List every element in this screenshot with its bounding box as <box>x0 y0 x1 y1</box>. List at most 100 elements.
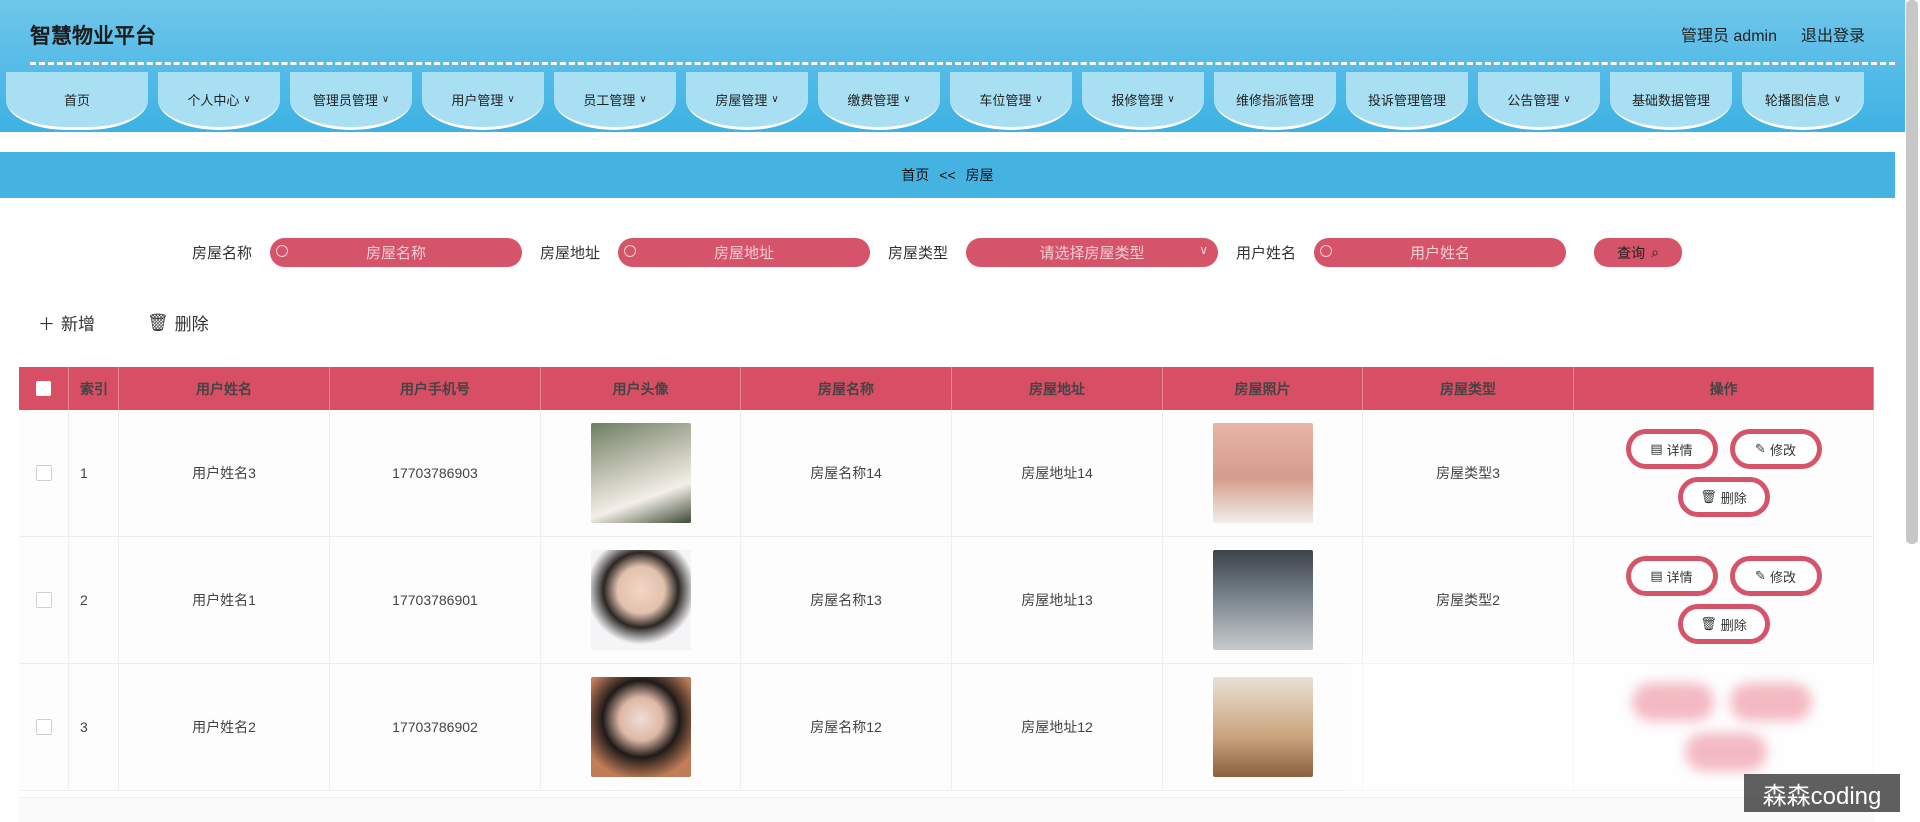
nav-label: 管理员管理 <box>312 93 378 108</box>
nav-item-staff[interactable]: 员工管理 ∨ <box>554 72 676 130</box>
nav-item-admin[interactable]: 管理员管理 ∨ <box>290 72 412 130</box>
placeholder: 房屋名称 <box>366 245 427 262</box>
avatar-cell <box>541 664 741 790</box>
nav-item-parking[interactable]: 车位管理 ∨ <box>950 72 1072 130</box>
edit-button[interactable]: ✎ 修改 <box>1729 429 1822 469</box>
select-all-checkbox[interactable] <box>36 381 51 396</box>
batch-delete-button[interactable]: 🗑 删除 <box>147 310 209 335</box>
chevron-down-icon: ∨ <box>639 94 647 105</box>
house-photo-cell <box>1163 537 1363 663</box>
house-name-input[interactable]: 房屋名称 <box>270 238 523 267</box>
placeholder: 用户姓名 <box>1410 245 1471 262</box>
delete-button[interactable]: 🗑 删除 <box>1677 477 1770 517</box>
chevron-down-icon: ∨ <box>771 94 779 105</box>
nav-item-house[interactable]: 房屋管理 ∨ <box>686 72 808 130</box>
nav-item-personal[interactable]: 个人中心 ∨ <box>158 72 280 130</box>
main-nav: 首页 个人中心 ∨ 管理员管理 ∨ 用户管理 ∨ 员工管理 ∨ 房屋管理 ∨ 缴费管理 ∨ … <box>6 72 1864 130</box>
pencil-icon: ✎ <box>1755 568 1766 583</box>
nav-label: 轮播图信息 <box>1764 93 1830 108</box>
nav-item-repair[interactable]: 报修管理 ∨ <box>1082 72 1204 130</box>
header-cell[interactable]: 房屋照片 <box>1163 367 1363 410</box>
header-cell[interactable]: 操作 <box>1574 367 1874 410</box>
search-icon <box>1320 245 1333 257</box>
nav-label: 员工管理 <box>583 93 636 108</box>
header-cell[interactable]: 索引 <box>69 367 119 410</box>
blurred-button <box>1685 733 1767 771</box>
table-row: 1 用户姓名3 17703786903 房屋名称14 房屋地址14 房屋类型3 … <box>19 410 1874 537</box>
nav-label: 房屋管理 <box>715 93 768 108</box>
nav-item-basedata[interactable]: 基础数据管理 <box>1610 72 1732 130</box>
row-checkbox[interactable] <box>35 465 52 481</box>
header-cell[interactable]: 用户手机号 <box>330 367 541 410</box>
add-button[interactable]: ＋ 新增 <box>38 310 95 335</box>
chevron-down-icon: ∨ <box>1167 94 1175 105</box>
house-type-label: 房屋类型 <box>888 245 949 262</box>
nav-item-complaint[interactable]: 投诉管理管理 <box>1346 72 1468 130</box>
header-divider <box>30 62 1895 65</box>
house-type-cell: 房屋类型2 <box>1363 537 1574 663</box>
header-cell[interactable]: 用户头像 <box>541 367 741 410</box>
document-icon: ▤ <box>1650 568 1663 583</box>
index-cell: 3 <box>69 664 119 790</box>
nav-item-payment[interactable]: 缴费管理 ∨ <box>818 72 940 130</box>
header-cell[interactable]: 房屋地址 <box>952 367 1163 410</box>
placeholder: 房屋地址 <box>714 245 775 262</box>
user-cell: 用户姓名3 <box>119 410 330 536</box>
query-button[interactable]: 查询 ⌕ <box>1594 238 1683 267</box>
user-name-input[interactable]: 用户姓名 <box>1314 238 1567 267</box>
nav-item-notice[interactable]: 公告管理 ∨ <box>1478 72 1600 130</box>
house-addr-cell: 房屋地址13 <box>952 537 1163 663</box>
index-cell: 1 <box>69 410 119 536</box>
avatar-cell <box>541 410 741 536</box>
detail-button[interactable]: ▤ 详情 <box>1625 429 1718 469</box>
search-icon <box>276 245 289 257</box>
blurred-button <box>1730 683 1812 721</box>
app-root: 智慧物业平台 管理员 admin 退出登录 首页 个人中心 ∨ 管理员管理 ∨ 用户… <box>0 0 1920 822</box>
nav-label: 投诉管理管理 <box>1367 93 1446 108</box>
table-row-partial <box>19 797 1874 822</box>
user-cell: 用户姓名2 <box>119 664 330 790</box>
search-icon: ⌕ <box>1651 244 1659 260</box>
nav-label: 首页 <box>63 93 90 108</box>
header-cell[interactable]: 房屋名称 <box>741 367 952 410</box>
row-checkbox[interactable] <box>35 592 52 608</box>
edit-label: 修改 <box>1769 569 1796 585</box>
logout-link[interactable]: 退出登录 <box>1801 22 1865 46</box>
trash-icon: 🗑 <box>1700 489 1717 504</box>
edit-button[interactable]: ✎ 修改 <box>1729 556 1822 596</box>
user-avatar[interactable] <box>590 423 691 523</box>
user-avatar[interactable] <box>590 550 691 650</box>
nav-item-dispatch[interactable]: 维修指派管理 <box>1214 72 1336 130</box>
header-cell[interactable]: 房屋类型 <box>1363 367 1574 410</box>
house-type-select[interactable]: 请选择房屋类型 ∨ <box>966 238 1219 267</box>
chevron-down-icon: ∨ <box>507 94 515 105</box>
page-scrollbar[interactable] <box>1906 0 1918 544</box>
detail-button[interactable]: ▤ 详情 <box>1625 556 1718 596</box>
delete-button[interactable]: 🗑 删除 <box>1677 604 1770 644</box>
phone-cell: 17703786903 <box>330 410 541 536</box>
query-label: 查询 <box>1617 244 1646 261</box>
nav-item-home[interactable]: 首页 <box>6 72 148 130</box>
top-header: 智慧物业平台 管理员 admin 退出登录 首页 个人中心 ∨ 管理员管理 ∨ 用户… <box>0 0 1905 132</box>
edit-label: 修改 <box>1769 442 1796 458</box>
trash-icon: 🗑 <box>147 312 169 332</box>
nav-item-carousel[interactable]: 轮播图信息 ∨ <box>1742 72 1864 130</box>
house-addr-input[interactable]: 房屋地址 <box>618 238 871 267</box>
house-name-cell: 房屋名称12 <box>741 664 952 790</box>
house-photo-cell <box>1163 664 1363 790</box>
house-photo[interactable] <box>1212 550 1313 650</box>
delete-label: 删除 <box>1720 490 1747 506</box>
row-select-cell <box>19 410 69 536</box>
breadcrumb-home[interactable]: 首页 <box>901 165 929 185</box>
nav-label: 用户管理 <box>451 93 504 108</box>
current-user: 管理员 admin <box>1680 28 1777 45</box>
nav-item-users[interactable]: 用户管理 ∨ <box>422 72 544 130</box>
house-photo[interactable] <box>1212 423 1313 523</box>
toolbar: ＋ 新增 🗑 删除 <box>38 310 209 335</box>
header-cell[interactable]: 用户姓名 <box>119 367 330 410</box>
house-photo-cell <box>1163 410 1363 536</box>
house-photo[interactable] <box>1212 677 1313 777</box>
user-avatar[interactable] <box>590 677 691 777</box>
search-icon <box>624 245 637 257</box>
row-checkbox[interactable] <box>35 719 52 735</box>
